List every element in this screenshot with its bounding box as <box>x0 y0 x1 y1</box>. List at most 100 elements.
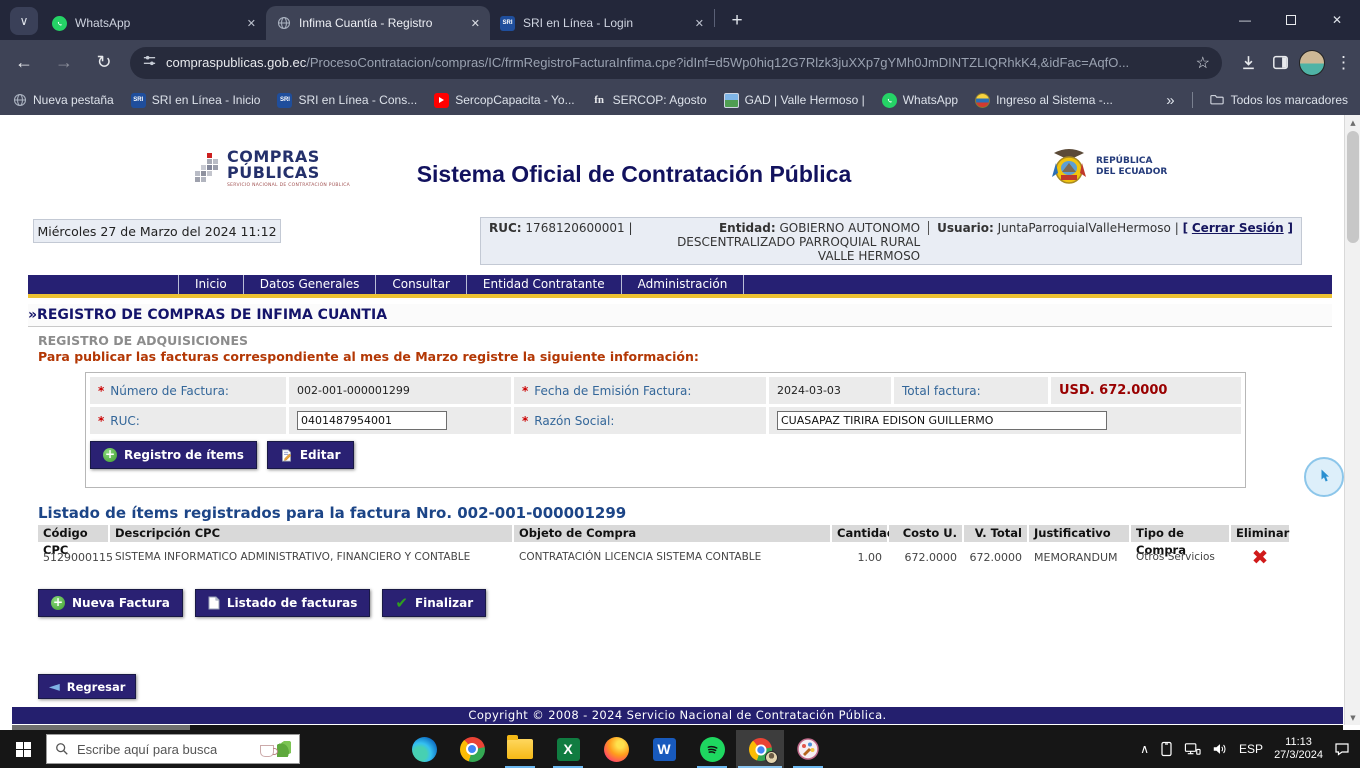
tab-divider <box>714 9 715 27</box>
bookmark-sercopcapacita[interactable]: SercopCapacita - Yo... <box>434 93 574 108</box>
usuario-value: JuntaParroquialValleHermoso <box>998 221 1171 235</box>
taskbar-app-chrome[interactable] <box>448 730 496 768</box>
close-window-button[interactable]: ✕ <box>1314 0 1360 40</box>
nueva-factura-button[interactable]: + Nueva Factura <box>38 589 183 617</box>
col-eliminar: Eliminar <box>1231 525 1289 542</box>
tab-sri-login[interactable]: SRI SRI en Línea - Login ✕ <box>490 6 714 40</box>
maximize-button[interactable] <box>1268 0 1314 40</box>
nav-item-inicio[interactable]: Inicio <box>178 275 244 294</box>
chevron-down-icon: ∨ <box>20 14 29 28</box>
registro-items-button[interactable]: + Registro de ítems <box>90 441 257 469</box>
notification-center-icon[interactable] <box>1334 741 1350 757</box>
profile-avatar[interactable] <box>1296 50 1328 76</box>
col-tipo-compra: Tipo de Compra <box>1131 525 1229 542</box>
edit-icon <box>280 449 293 462</box>
tray-chevron-icon[interactable]: ∧ <box>1140 742 1149 756</box>
logout-link[interactable]: Cerrar Sesión <box>1192 221 1284 235</box>
all-bookmarks-label: Todos los marcadores <box>1231 93 1348 107</box>
cell-cantidad: 1.00 <box>832 544 887 570</box>
bookmark-whatsapp[interactable]: WhatsApp <box>882 93 958 108</box>
taskbar-search[interactable] <box>46 734 300 764</box>
bookmark-gad-valle-hermoso[interactable]: GAD | Valle Hermoso | <box>724 93 865 108</box>
taskbar-clock[interactable]: 11:13 27/3/2024 <box>1274 736 1323 762</box>
bookmark-sercop-agosto[interactable]: fn SERCOP: Agosto <box>592 93 707 108</box>
floating-accessibility-widget[interactable] <box>1304 457 1344 497</box>
start-button[interactable] <box>0 730 46 768</box>
avatar <box>1299 50 1325 76</box>
finalizar-label: Finalizar <box>415 596 473 610</box>
all-bookmarks-button[interactable]: Todos los marcadores <box>1210 93 1348 108</box>
bookmark-sri-consultas[interactable]: SRI SRI en Línea - Cons... <box>277 93 417 108</box>
forward-button[interactable]: → <box>48 47 80 79</box>
taskbar-app-file-explorer[interactable] <box>496 730 544 768</box>
site-settings-icon[interactable] <box>142 53 157 73</box>
tab-whatsapp[interactable]: WhatsApp ✕ <box>42 6 266 40</box>
ruc-value: 1768120600001 <box>525 221 624 235</box>
vertical-scrollbar-thumb[interactable] <box>1347 131 1359 243</box>
taskbar-app-chrome-profile[interactable] <box>736 730 784 768</box>
taskbar-app-excel[interactable]: X <box>544 730 592 768</box>
minimize-button[interactable]: — <box>1222 0 1268 40</box>
browser-menu-button[interactable]: ⋮ <box>1328 53 1360 73</box>
razon-social-input[interactable] <box>777 411 1107 430</box>
regresar-button[interactable]: ◄ Regresar <box>38 674 136 699</box>
bookmark-star-icon[interactable]: ☆ <box>1196 53 1210 73</box>
downloads-button[interactable] <box>1232 54 1264 71</box>
nav-item-consultar[interactable]: Consultar <box>376 275 467 294</box>
bookmark-nueva-pestana[interactable]: Nueva pestaña <box>12 93 114 108</box>
tab-close-button[interactable]: ✕ <box>695 17 704 30</box>
republica-line2: DEL ECUADOR <box>1096 167 1167 178</box>
fn-icon: fn <box>592 93 607 108</box>
ruc-input[interactable] <box>297 411 447 430</box>
numero-factura-value: 002-001-000001299 <box>289 377 511 404</box>
taskbar-app-firefox[interactable] <box>592 730 640 768</box>
address-bar[interactable]: compraspublicas.gob.ec/ProcesoContrataci… <box>130 47 1222 79</box>
scroll-down-button[interactable]: ▼ <box>1345 710 1360 725</box>
nueva-factura-label: Nueva Factura <box>72 596 170 610</box>
url-text[interactable]: compraspublicas.gob.ec/ProcesoContrataci… <box>166 55 1187 70</box>
ruc-field-label: RUC: <box>110 414 140 428</box>
listado-facturas-button[interactable]: Listado de facturas <box>195 589 371 617</box>
url-path: /ProcesoContratacion/compras/IC/frmRegis… <box>306 55 1129 70</box>
screen: { "browser": { "tabs": [ { "title": "Wha… <box>0 0 1360 768</box>
bookmarks-divider <box>1192 92 1193 108</box>
taskbar-app-word[interactable]: W <box>640 730 688 768</box>
vertical-scrollbar[interactable]: ▲ ▼ <box>1344 115 1360 725</box>
bookmarks-overflow-button[interactable]: » <box>1166 92 1174 109</box>
taskbar-app-edge[interactable] <box>400 730 448 768</box>
tab-close-button[interactable]: ✕ <box>247 17 256 30</box>
scroll-up-button[interactable]: ▲ <box>1345 115 1360 130</box>
finalizar-button[interactable]: ✔ Finalizar <box>382 589 486 617</box>
taskbar-app-spotify[interactable] <box>688 730 736 768</box>
tab-search-button[interactable]: ∨ <box>10 7 38 35</box>
tab-infima-cuantia[interactable]: Infima Cuantía - Registro ✕ <box>266 6 490 40</box>
nav-item-datos-generales[interactable]: Datos Generales <box>244 275 377 294</box>
editar-button[interactable]: Editar <box>267 441 354 469</box>
language-indicator[interactable]: ESP <box>1239 742 1263 756</box>
volume-icon[interactable] <box>1212 742 1228 756</box>
new-tab-button[interactable]: + <box>723 7 751 35</box>
nav-item-administracion[interactable]: Administración <box>622 275 745 294</box>
back-button[interactable]: ← <box>8 47 40 79</box>
delete-item-button[interactable]: ✖ <box>1231 544 1289 570</box>
network-icon[interactable] <box>1184 742 1201 756</box>
page-footer: Copyright © 2008 - 2024 Servicio Naciona… <box>12 707 1343 724</box>
tab-close-button[interactable]: ✕ <box>471 17 480 30</box>
bookmark-label: GAD | Valle Hermoso | <box>745 93 865 107</box>
col-justificativo: Justificativo <box>1029 525 1129 542</box>
nav-item-entidad-contratante[interactable]: Entidad Contratante <box>467 275 622 294</box>
reload-button[interactable]: ↻ <box>88 47 120 79</box>
col-costo-u: Costo U. <box>889 525 962 542</box>
bookmark-label: SercopCapacita - Yo... <box>455 93 574 107</box>
windows-logo-icon <box>16 742 31 757</box>
tab-title: WhatsApp <box>75 16 239 30</box>
cell-tipo-compra: Otros Servicios <box>1131 544 1229 570</box>
bookmark-sri-inicio[interactable]: SRI SRI en Línea - Inicio <box>131 93 261 108</box>
taskbar-search-input[interactable] <box>77 742 217 757</box>
taskbar-app-paint[interactable] <box>784 730 832 768</box>
phone-icon[interactable] <box>1160 741 1173 757</box>
fecha-emision-value: 2024-03-03 <box>769 377 891 404</box>
side-panel-button[interactable] <box>1264 54 1296 71</box>
bookmarks-bar: Nueva pestaña SRI SRI en Línea - Inicio … <box>0 85 1360 115</box>
bookmark-ingreso-sistema[interactable]: Ingreso al Sistema -... <box>975 93 1113 108</box>
